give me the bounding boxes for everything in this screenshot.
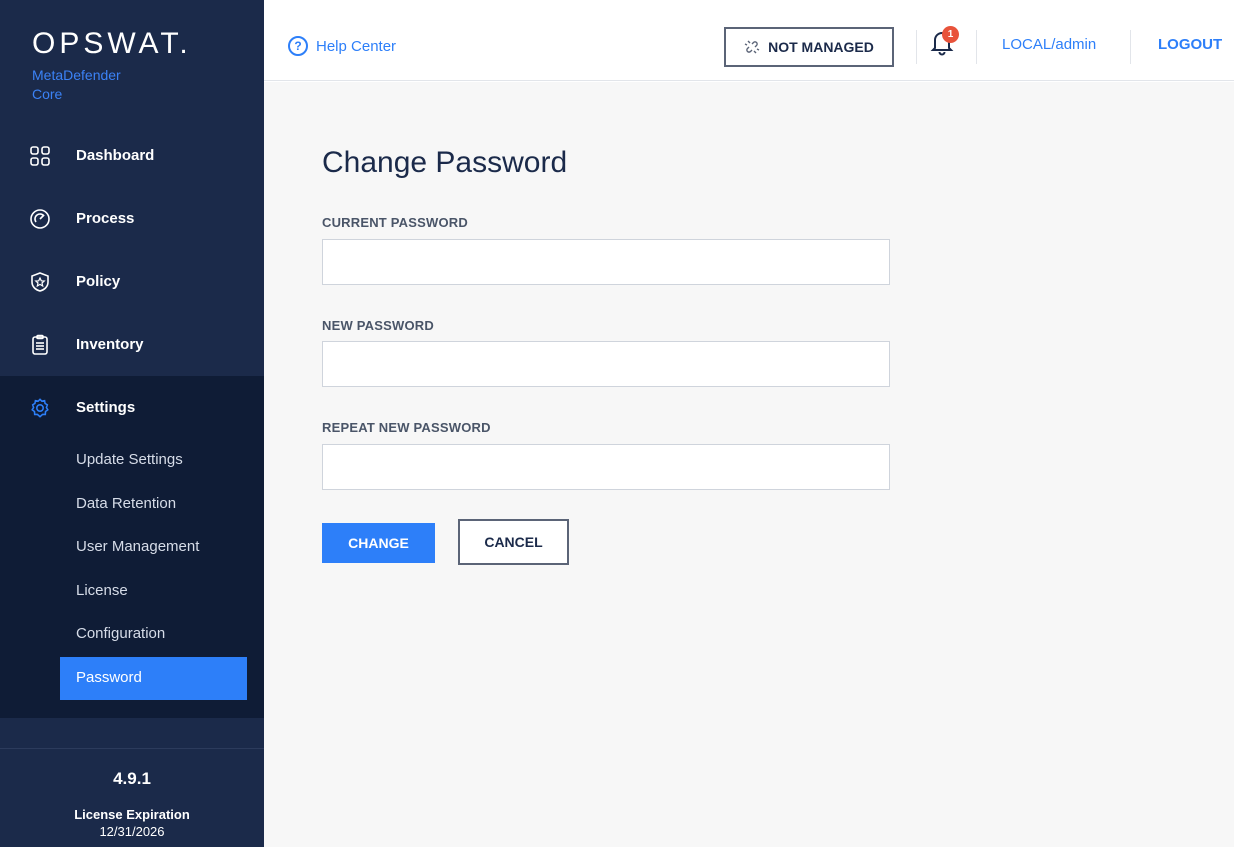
license-expiration-date: 12/31/2026 [99, 824, 165, 839]
page-title: Change Password [322, 146, 568, 179]
managed-status-label: NOT MANAGED [768, 39, 874, 55]
sidebar-item-label: Process [76, 210, 135, 227]
sidebar-subitem-label: Data Retention [76, 494, 177, 512]
divider [1130, 30, 1131, 64]
logout-button[interactable]: LOGOUT [1158, 36, 1222, 53]
sidebar-subitem-label: User Management [76, 538, 200, 555]
user-menu[interactable]: LOCAL/admin [1002, 36, 1096, 53]
divider [976, 30, 977, 64]
inventory-clipboard-icon [29, 334, 51, 356]
policy-shield-icon [29, 271, 51, 293]
top-bar: ? Help Center NOT MANAGED 1 LOCAL/admin … [264, 0, 1234, 81]
sidebar-subitem-label: Update Settings [76, 451, 183, 468]
sidebar-item-label: Settings [76, 399, 136, 416]
repeat-password-input[interactable] [322, 444, 890, 490]
unlink-icon [744, 40, 760, 54]
change-button[interactable]: CHANGE [322, 523, 435, 563]
help-center-label: Help Center [316, 37, 397, 55]
sidebar-subitem-configuration[interactable]: Configuration [0, 613, 264, 657]
sidebar-subitem-label: Configuration [76, 625, 166, 642]
dashboard-grid-icon [29, 145, 51, 167]
sidebar-item-policy[interactable]: Policy [0, 250, 264, 313]
sidebar-subitem-user-management[interactable]: User Management [0, 526, 264, 570]
help-center-link[interactable]: ? Help Center [288, 36, 396, 56]
sidebar-item-label: Inventory [76, 336, 144, 353]
product-name: MetaDefender [32, 67, 121, 83]
sidebar-item-label: Dashboard [76, 147, 155, 164]
sidebar-item-dashboard[interactable]: Dashboard [0, 124, 264, 187]
divider [916, 30, 917, 64]
sidebar-subitem-label: License [76, 581, 128, 599]
sidebar-subitem-update-settings[interactable]: Update Settings [0, 439, 264, 483]
product-edition: Core [32, 86, 63, 102]
settings-gear-icon [29, 397, 51, 419]
sidebar-subitem-label: Password [76, 668, 142, 686]
not-managed-button[interactable]: NOT MANAGED [724, 27, 894, 67]
notifications-button[interactable]: 1 [930, 26, 959, 60]
sidebar-item-inventory[interactable]: Inventory [0, 313, 264, 376]
sidebar-item-settings[interactable]: Settings [0, 376, 264, 439]
cancel-button[interactable]: CANCEL [458, 519, 569, 565]
question-circle-icon: ? [288, 36, 308, 56]
notification-badge: 1 [942, 26, 959, 43]
version-number: 4.9.1 [113, 769, 151, 788]
current-password-input[interactable] [322, 239, 890, 285]
logo-area: OPSWAT. MetaDefender Core [0, 0, 264, 124]
opswat-logo[interactable]: OPSWAT. [32, 27, 192, 61]
sidebar-subitem-data-retention[interactable]: Data Retention [0, 483, 264, 527]
current-password-label: CURRENT PASSWORD [322, 215, 468, 230]
main-content: Change Password CURRENT PASSWORD NEW PAS… [264, 82, 1234, 847]
sidebar-item-process[interactable]: Process [0, 187, 264, 250]
new-password-input[interactable] [322, 341, 890, 387]
settings-section: Settings Update Settings Data Retention … [0, 376, 264, 718]
sidebar-subitem-license[interactable]: License [0, 570, 264, 614]
repeat-password-label: REPEAT NEW PASSWORD [322, 420, 491, 435]
new-password-label: NEW PASSWORD [322, 318, 434, 333]
license-expiration-label: License Expiration [74, 807, 190, 822]
sidebar: OPSWAT. MetaDefender Core Dashboard Proc… [0, 0, 264, 847]
sidebar-subitem-password[interactable]: Password [60, 656, 247, 700]
sidebar-footer: 4.9.1 License Expiration 12/31/2026 [0, 748, 264, 847]
process-gauge-icon [29, 208, 51, 230]
sidebar-item-label: Policy [76, 273, 121, 290]
sidebar-nav: Dashboard Process Policy Inventory Setti… [0, 124, 264, 718]
